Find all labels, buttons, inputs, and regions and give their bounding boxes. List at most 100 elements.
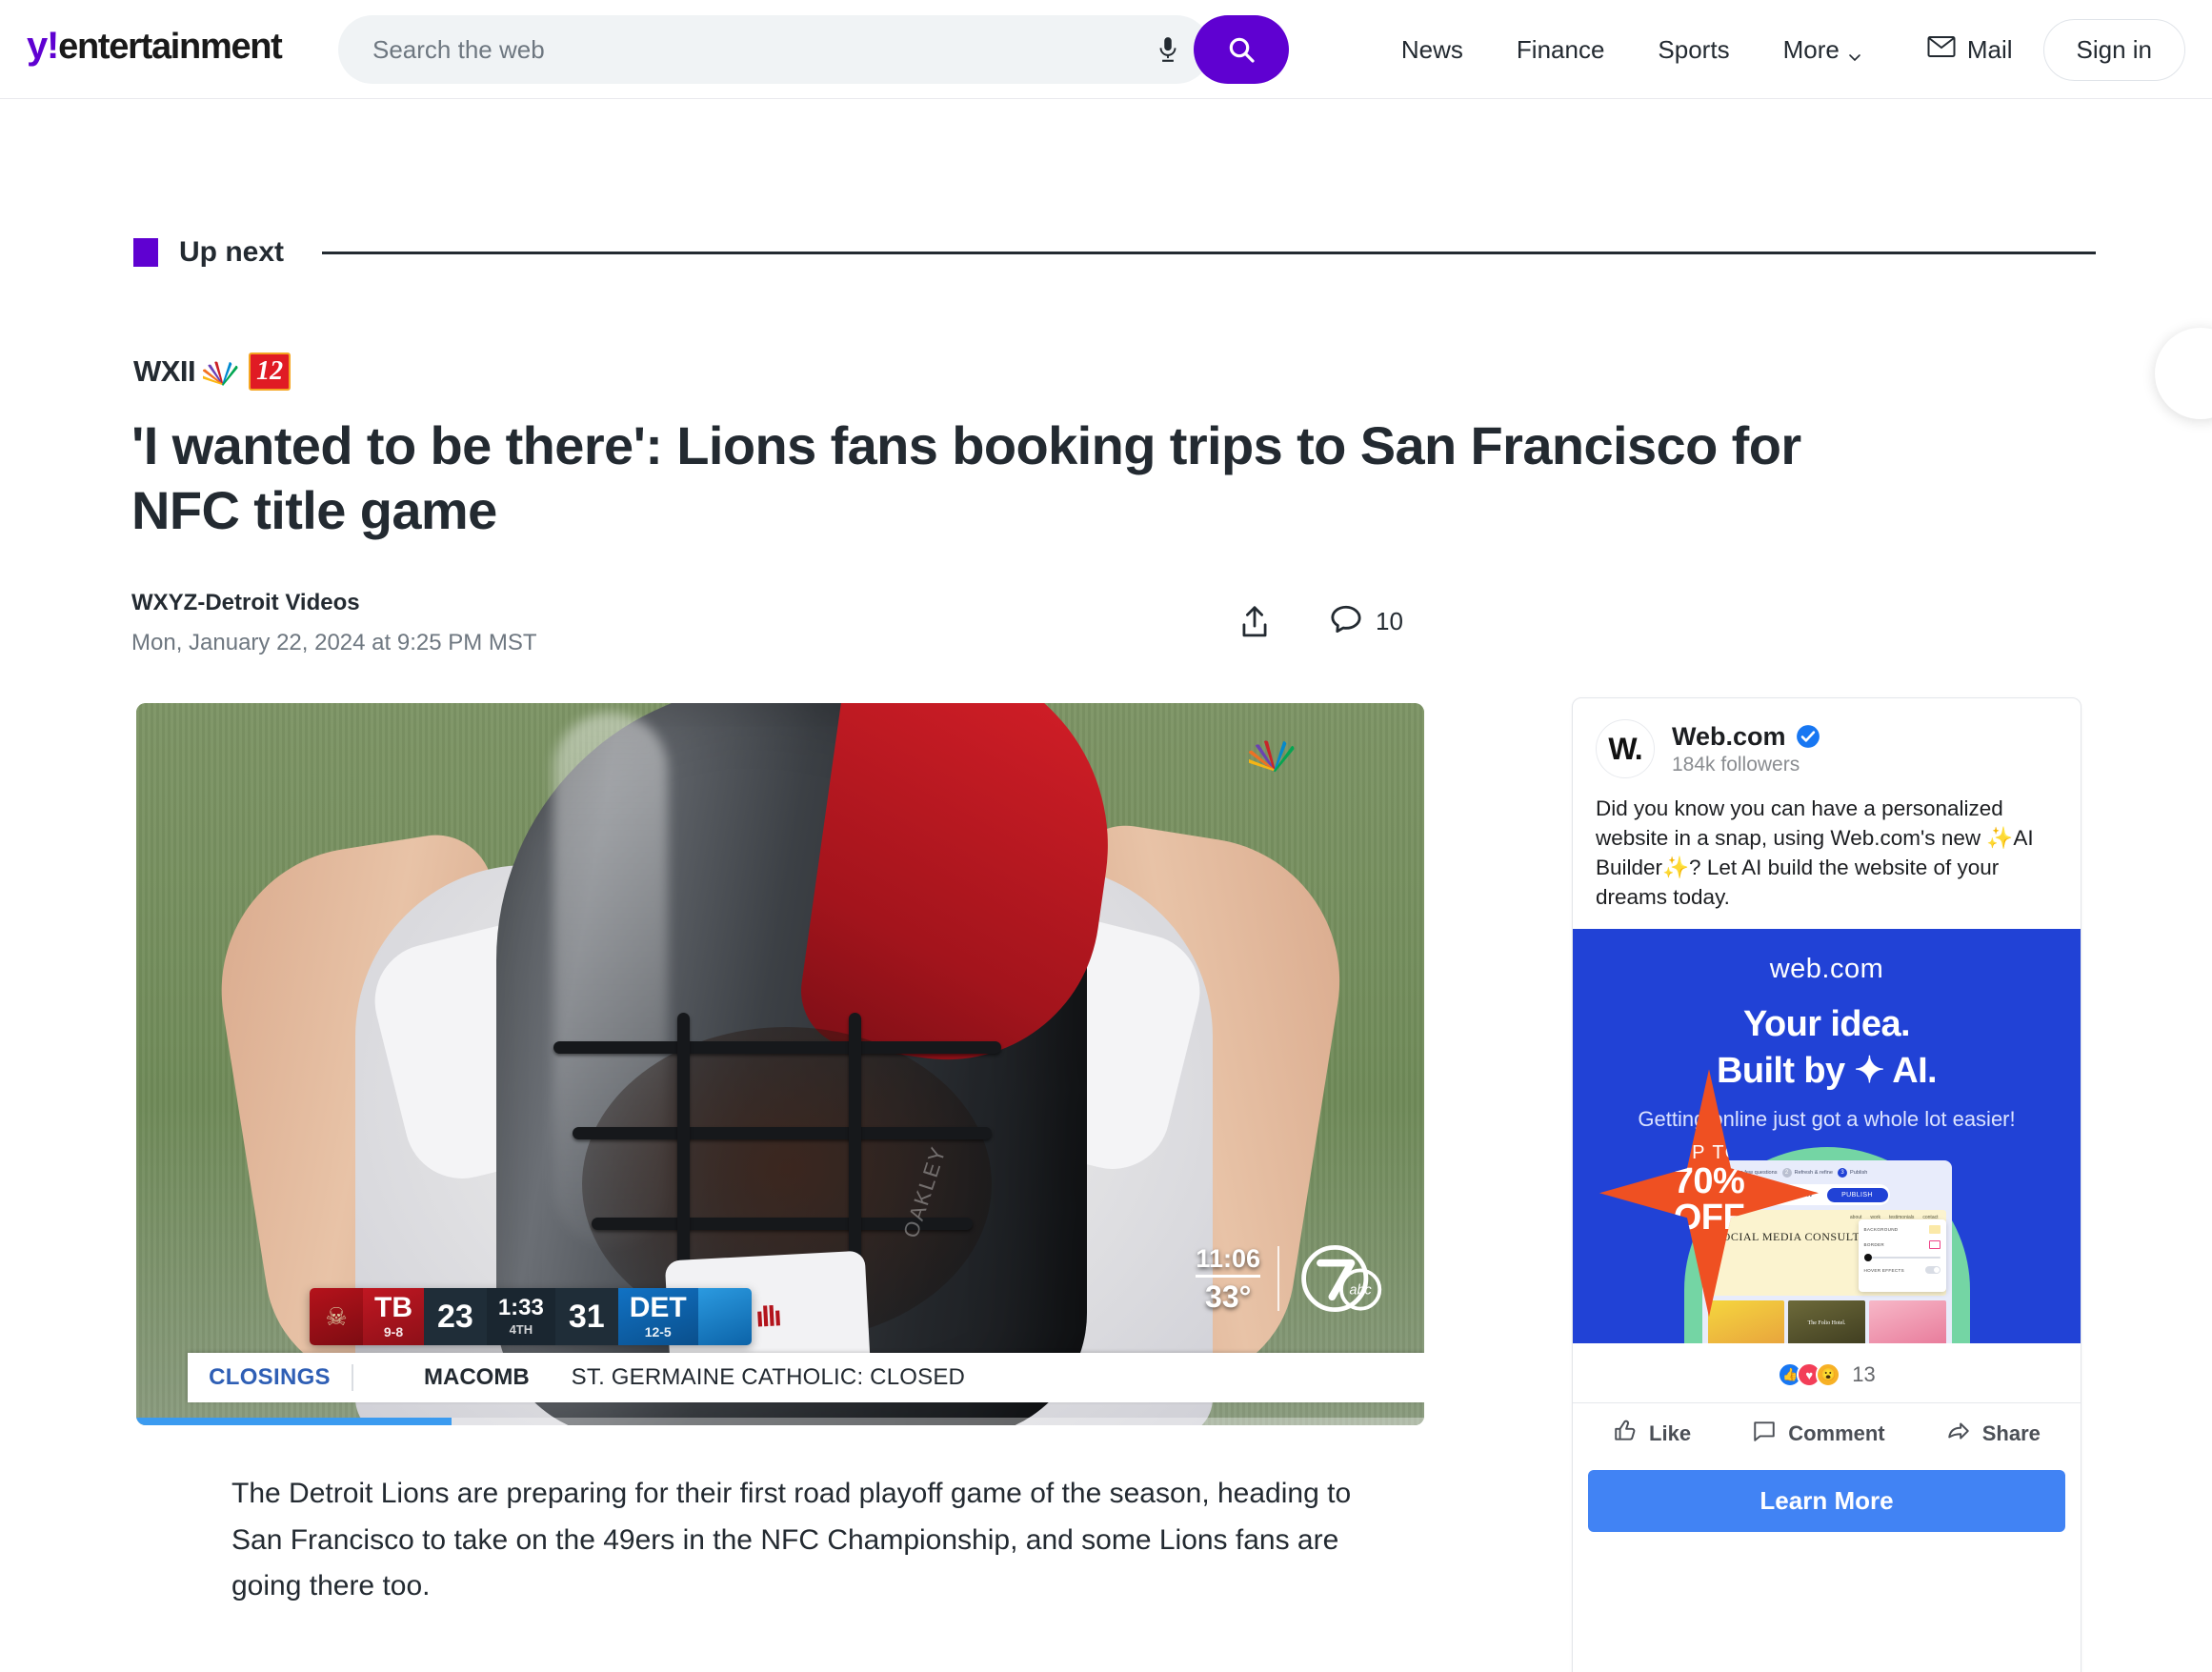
ad-action-bar: Like Comment Share (1573, 1402, 2081, 1464)
learn-more-button[interactable]: Learn More (1588, 1470, 2065, 1533)
ad-copy-text: Did you know you can have a personalized… (1596, 796, 2034, 910)
video-progress-bar[interactable] (136, 1418, 1424, 1425)
game-clock-time: 1:33 (497, 1295, 544, 1320)
logo-wordmark: entertainment (58, 27, 283, 67)
share-icon[interactable] (1238, 605, 1271, 639)
step-3-label: Publish (1850, 1170, 1868, 1177)
byline: WXYZ-Detroit Videos Mon, January 22, 202… (131, 590, 537, 656)
envelope-icon (1927, 35, 1956, 65)
nav-label-more: More (1782, 34, 1840, 64)
microphone-icon[interactable] (1154, 33, 1182, 66)
ad-like-label: Like (1649, 1421, 1692, 1446)
step-2-dot: 2 (1781, 1168, 1792, 1178)
away-team: TB 9-8 (363, 1288, 424, 1345)
mock-tile-caption: The Folio Hotel. (1807, 1320, 1846, 1327)
advertiser-name-row: Web.com (1672, 722, 1820, 752)
mail-link[interactable]: Mail (1889, 35, 2038, 65)
broadcast-time-temp: 11:06 33° (1196, 1244, 1260, 1315)
header-nav: News Finance Sports More Mail Sign in (1375, 0, 2185, 99)
broadcast-time: 11:06 (1196, 1244, 1260, 1279)
broadcast-scoreboard: ☠ TB 9-8 23 1:33 4TH 31 DET 12-5 (310, 1288, 752, 1345)
page-title: 'I wanted to be there': Lions fans booki… (131, 415, 1801, 541)
byline-author[interactable]: WXYZ-Detroit Videos (131, 590, 537, 616)
background-swatch (1928, 1225, 1941, 1235)
mock-gallery-tile-2: The Folio Hotel. (1788, 1300, 1865, 1344)
advertiser-name[interactable]: Web.com (1672, 722, 1786, 752)
away-team-score: 23 (424, 1288, 487, 1345)
byline-timestamp: Mon, January 22, 2024 at 9:25 PM MST (131, 630, 537, 655)
nav-label-news: News (1400, 34, 1463, 64)
home-team: DET 12-5 (617, 1288, 698, 1345)
chinstrap-logo: ıllı (754, 1300, 781, 1334)
share-arrow-icon (1946, 1419, 1971, 1449)
comment-button[interactable]: 10 (1330, 604, 1403, 639)
advertiser-meta: Web.com 184k followers (1672, 722, 1820, 776)
up-next-marker (133, 238, 158, 267)
video-progress-fill (136, 1418, 452, 1425)
ad-mock-step-3: 3 Publish (1838, 1168, 1867, 1178)
home-team-score: 31 (554, 1288, 618, 1345)
nav-item-finance[interactable]: Finance (1490, 35, 1632, 65)
border-swatch (1928, 1240, 1941, 1250)
mock-panel-row-background: BACKGROUND (1863, 1225, 1941, 1235)
comment-bubble-icon (1330, 604, 1362, 639)
wow-reaction-icon: 😮 (1816, 1362, 1841, 1388)
source-logo[interactable]: WXII 12 (133, 353, 292, 391)
mock-panel-row-hover: HOVER EFFECTS (1863, 1266, 1941, 1275)
search-box[interactable] (338, 15, 1289, 84)
nav-item-more[interactable]: More (1757, 35, 1889, 65)
comment-icon (1752, 1419, 1777, 1449)
ticker-message: ST. GERMAINE CATHOLIC: CLOSED (571, 1364, 966, 1390)
ticker-label: CLOSINGS (188, 1364, 353, 1391)
ad-headline-line-2: Built by ✦ AI. (1716, 1050, 1938, 1091)
ad-share-button[interactable]: Share (1946, 1419, 2041, 1449)
up-next-label: Up next (179, 236, 285, 268)
ad-like-button[interactable]: Like (1613, 1419, 1691, 1449)
yahoo-entertainment-logo[interactable]: y! entertainment (27, 25, 283, 68)
ad-creative[interactable]: web.com Your idea. Built by ✦ AI. Gettin… (1573, 929, 2081, 1344)
closings-ticker: CLOSINGS MACOMB ST. GERMAINE CATHOLIC: C… (188, 1353, 1424, 1402)
mock-panel-label-border: BORDER (1863, 1242, 1884, 1248)
reaction-count: 13 (1852, 1362, 1876, 1387)
mail-label: Mail (1966, 34, 2013, 64)
mock-panel-label-background: BACKGROUND (1863, 1227, 1899, 1233)
away-team-logo: ☠ (310, 1288, 363, 1345)
sign-in-button[interactable]: Sign in (2042, 18, 2185, 81)
search-area (338, 15, 1289, 84)
search-input[interactable] (338, 34, 1154, 65)
home-team-record: 12-5 (644, 1324, 672, 1340)
site-header: y!entertainment News Fi (0, 0, 2212, 99)
sponsored-ad-panel: W. Web.com 184k followers Did you know y… (1572, 697, 2081, 1672)
ad-share-label: Share (1981, 1421, 2041, 1446)
slider-knob (1863, 1254, 1872, 1262)
ad-comment-button[interactable]: Comment (1752, 1419, 1885, 1449)
advertiser-avatar[interactable]: W. (1596, 719, 1655, 778)
reaction-icon-group: 👍 ♥ 😮 (1778, 1362, 1841, 1388)
ad-brand-wordmark: web.com (1769, 954, 1884, 985)
mock-publish-label: PUBLISH (1826, 1187, 1888, 1202)
ad-reaction-summary: 👍 ♥ 😮 13 (1573, 1343, 2081, 1402)
nav-item-news[interactable]: News (1375, 35, 1490, 65)
ad-mock-style-panel: BACKGROUND BORDER HOVER EFFECTS (1858, 1219, 1946, 1293)
ad-creative-subhead: Getting online just got a whole lot easi… (1638, 1107, 2016, 1132)
logo-y-mark: y! (27, 25, 59, 67)
up-next-section-header: Up next (133, 236, 2096, 269)
mock-panel-label-hover: HOVER EFFECTS (1863, 1267, 1904, 1273)
home-team-abbr: DET (629, 1292, 687, 1323)
mock-panel-row-border: BORDER (1863, 1240, 1941, 1250)
away-team-record: 9-8 (383, 1324, 404, 1340)
wxyz-7-abc-logo: abc (1295, 1233, 1386, 1324)
bug-divider (1277, 1246, 1279, 1311)
nav-item-sports[interactable]: Sports (1631, 35, 1756, 65)
nbc-peacock-icon (199, 355, 241, 388)
verified-badge-icon (1796, 724, 1820, 749)
hover-effects-toggle (1924, 1266, 1941, 1275)
ticker-county: MACOMB (424, 1364, 530, 1390)
carousel-next-button[interactable] (2155, 328, 2212, 419)
ad-comment-label: Comment (1788, 1421, 1885, 1446)
search-submit-button[interactable] (1194, 15, 1289, 84)
video-player[interactable]: ıllı OAKLEY ☠ TB 9-8 23 1:33 4TH 31 DET … (136, 703, 1424, 1425)
channel-number-badge: 12 (249, 353, 292, 391)
chevron-down-icon (1847, 42, 1862, 62)
home-team-logo (697, 1288, 752, 1345)
